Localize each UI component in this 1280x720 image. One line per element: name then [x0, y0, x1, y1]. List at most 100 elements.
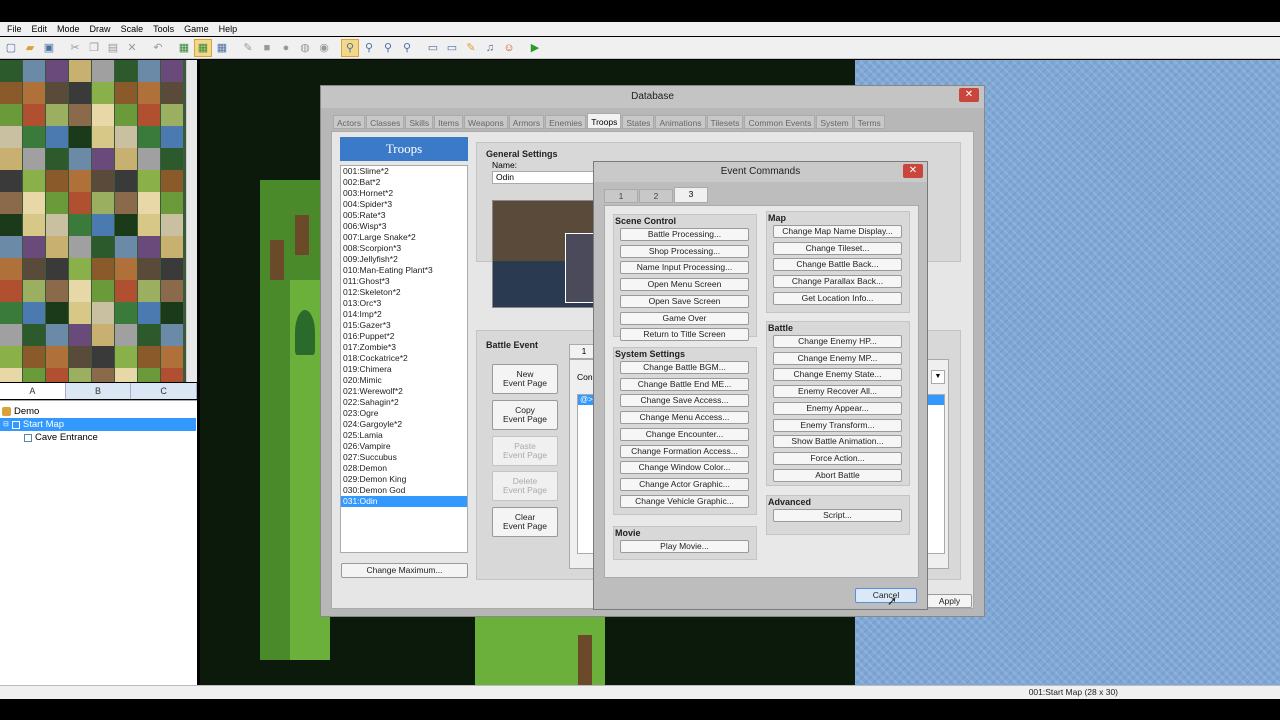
change-encounter-button[interactable]: Change Encounter...	[620, 427, 749, 441]
tileset-tile[interactable]	[0, 346, 22, 368]
tileset-tile[interactable]	[115, 236, 137, 258]
undo-icon[interactable]: ↶	[149, 39, 167, 57]
tileset-tile[interactable]	[161, 60, 183, 82]
change-window-color-button[interactable]: Change Window Color...	[620, 461, 749, 475]
menu-edit[interactable]: Edit	[27, 24, 53, 34]
change-battle-back-button[interactable]: Change Battle Back...	[773, 258, 902, 272]
enemy-appear-button[interactable]: Enemy Appear...	[773, 401, 902, 415]
troop-list-item[interactable]: 003:Hornet*2	[341, 188, 467, 199]
tileset-tile[interactable]	[92, 346, 114, 368]
db-tab-system[interactable]: System	[816, 115, 853, 129]
show-battle-animation-button[interactable]: Show Battle Animation...	[773, 435, 902, 449]
tileset-tile[interactable]	[69, 214, 91, 236]
tileset-tile[interactable]	[46, 126, 68, 148]
troop-list-item[interactable]: 023:Ogre	[341, 408, 467, 419]
tileset-tile[interactable]	[138, 346, 160, 368]
db-tab-enemies[interactable]: Enemies	[545, 115, 587, 129]
battle-processing-button[interactable]: Battle Processing...	[620, 228, 749, 241]
tileset-tile[interactable]	[115, 104, 137, 126]
playtest-icon[interactable]: ▶	[526, 39, 544, 57]
change-enemy-state-button[interactable]: Change Enemy State...	[773, 368, 902, 382]
tileset-tile[interactable]	[69, 280, 91, 302]
troop-list-item[interactable]: 016:Puppet*2	[341, 331, 467, 342]
tileset-tile[interactable]	[138, 368, 160, 382]
troop-list-item[interactable]: 017:Zombie*3	[341, 342, 467, 353]
menu-game[interactable]: Game	[179, 24, 214, 34]
apply-button[interactable]: Apply	[927, 594, 972, 608]
tileset-tile[interactable]	[115, 302, 137, 324]
menu-mode[interactable]: Mode	[52, 24, 85, 34]
change-enemy-hp-button[interactable]: Change Enemy HP...	[773, 335, 902, 348]
tileset-tile[interactable]	[46, 60, 68, 82]
tileset-scrollbar[interactable]	[186, 60, 197, 382]
menu-tools[interactable]: Tools	[148, 24, 179, 34]
tileset-tile[interactable]	[92, 60, 114, 82]
collapse-icon[interactable]: ⊟	[3, 418, 9, 431]
zoom-4-icon[interactable]: ⚲	[398, 39, 416, 57]
tileset-tile[interactable]	[23, 82, 45, 104]
tileset-tile[interactable]	[115, 126, 137, 148]
tileset-tile[interactable]	[161, 126, 183, 148]
tileset-tile[interactable]	[46, 82, 68, 104]
tileset-tile[interactable]	[138, 170, 160, 192]
tileset-tile[interactable]	[115, 192, 137, 214]
tileset-tile[interactable]	[23, 280, 45, 302]
tileset-tile[interactable]	[115, 170, 137, 192]
tileset-tab-c[interactable]: C	[131, 383, 198, 399]
troop-list-item[interactable]: 019:Chimera	[341, 364, 467, 375]
change-maximum-button[interactable]: Change Maximum...	[341, 563, 468, 578]
tileset-tile[interactable]	[161, 148, 183, 170]
tileset-tile[interactable]	[69, 170, 91, 192]
tileset-tile[interactable]	[0, 192, 22, 214]
tileset-tile[interactable]	[161, 258, 183, 280]
tileset-tile[interactable]	[138, 192, 160, 214]
open-icon[interactable]: ▰	[21, 39, 39, 57]
change-enemy-mp-button[interactable]: Change Enemy MP...	[773, 351, 902, 365]
db-tab-actors[interactable]: Actors	[333, 115, 366, 129]
tileset-tile[interactable]	[92, 214, 114, 236]
change-battle-bgm-button[interactable]: Change Battle BGM...	[620, 361, 749, 374]
battle-preview[interactable]	[492, 200, 602, 308]
tileset-tile[interactable]	[0, 126, 22, 148]
tileset-tile[interactable]	[138, 82, 160, 104]
tileset-tile[interactable]	[161, 280, 183, 302]
tileset-tile[interactable]	[92, 192, 114, 214]
tileset-tile[interactable]	[138, 60, 160, 82]
troop-list-item[interactable]: 026:Vampire	[341, 441, 467, 452]
tileset-tile[interactable]	[23, 302, 45, 324]
db-tab-common-events[interactable]: Common Events	[744, 115, 816, 129]
tileset-tile[interactable]	[23, 192, 45, 214]
enemy-recover-all-button[interactable]: Enemy Recover All...	[773, 385, 902, 399]
change-formation-access-button[interactable]: Change Formation Access...	[620, 444, 749, 458]
tileset-tile[interactable]	[138, 104, 160, 126]
db-tab-items[interactable]: Items	[434, 115, 463, 129]
db-tab-weapons[interactable]: Weapons	[463, 115, 508, 129]
close-icon[interactable]: ✕	[959, 88, 979, 102]
troop-list-item[interactable]: 006:Wisp*3	[341, 221, 467, 232]
tileset-tile[interactable]	[23, 368, 45, 382]
db-tab-states[interactable]: States	[622, 115, 655, 129]
troop-list-item[interactable]: 008:Scorpion*3	[341, 243, 467, 254]
tileset-tile[interactable]	[115, 214, 137, 236]
tileset-tile[interactable]	[69, 104, 91, 126]
event-layer-icon[interactable]: ▦	[213, 39, 231, 57]
menu-scale[interactable]: Scale	[116, 24, 149, 34]
character-generator-icon[interactable]: ☺	[500, 39, 518, 57]
tileset-tile[interactable]	[92, 104, 114, 126]
tileset-tile[interactable]	[161, 236, 183, 258]
tileset-tile[interactable]	[46, 302, 68, 324]
tileset-tile[interactable]	[69, 82, 91, 104]
copy-icon[interactable]: ❐	[85, 39, 103, 57]
delete-event-page-button[interactable]: Delete Event Page	[492, 471, 558, 501]
tileset-tab-a[interactable]: A	[0, 383, 66, 399]
clear-event-page-button[interactable]: Clear Event Page	[492, 507, 558, 537]
change-save-access-button[interactable]: Change Save Access...	[620, 394, 749, 408]
troop-list-item[interactable]: 027:Succubus	[341, 452, 467, 463]
tileset-tile[interactable]	[161, 104, 183, 126]
tileset-tile[interactable]	[46, 236, 68, 258]
tileset-tile[interactable]	[115, 82, 137, 104]
tileset-tile[interactable]	[46, 280, 68, 302]
dropdown-arrow-icon[interactable]: ▼	[931, 370, 945, 384]
paste-icon[interactable]: ▤	[104, 39, 122, 57]
paste-event-page-button[interactable]: Paste Event Page	[492, 436, 558, 466]
